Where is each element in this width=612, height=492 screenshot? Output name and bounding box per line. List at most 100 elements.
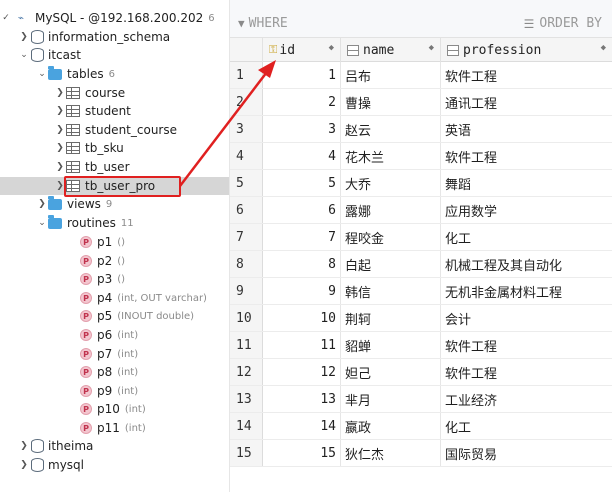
tree-db-mysql[interactable]: ❯ mysql [0,456,229,474]
tree-table-item[interactable]: ❯ student_course [0,121,229,139]
tree-folder-tables[interactable]: ⌄ tables 6 [0,65,229,83]
tree-routine-item[interactable]: P p3 () [0,270,229,288]
chevron-right-icon[interactable]: ❯ [54,139,66,157]
chevron-down-icon[interactable]: ⌄ [36,214,48,232]
tree-routine-item[interactable]: P p2 () [0,252,229,270]
order-by-filter[interactable]: ☰ ORDER BY [524,16,602,31]
cell-profession[interactable]: 舞蹈 [441,170,612,196]
tree-db-itcast[interactable]: ⌄ itcast [0,46,229,64]
cell-name[interactable]: 程咬金 [341,224,441,250]
tree-table-item[interactable]: ❯ student [0,102,229,120]
cell-name[interactable]: 嬴政 [341,413,441,439]
cell-id[interactable]: 13 [263,386,341,412]
table-row[interactable]: 11 11 貂蝉 软件工程 [230,332,612,359]
table-row[interactable]: 6 6 露娜 应用数学 [230,197,612,224]
chevron-right-icon[interactable]: ❯ [54,84,66,102]
cell-name[interactable]: 荆轲 [341,305,441,331]
cell-profession[interactable]: 应用数学 [441,197,612,223]
column-header-profession[interactable]: profession ◆ [441,38,612,62]
table-row[interactable]: 12 12 妲己 软件工程 [230,359,612,386]
cell-name[interactable]: 貂蝉 [341,332,441,358]
tree-db-information-schema[interactable]: ❯ information_schema [0,28,229,46]
cell-profession[interactable]: 软件工程 [441,332,612,358]
chevron-right-icon[interactable]: ❯ [36,195,48,213]
table-row[interactable]: 13 13 芈月 工业经济 [230,386,612,413]
tree-table-item[interactable]: ❯ tb_user [0,158,229,176]
cell-id[interactable]: 1 [263,62,341,88]
table-row[interactable]: 10 10 荆轲 会计 [230,305,612,332]
cell-name[interactable]: 露娜 [341,197,441,223]
cell-id[interactable]: 2 [263,89,341,115]
cell-id[interactable]: 5 [263,170,341,196]
column-header-name[interactable]: name ◆ [341,38,441,62]
chevron-right-icon[interactable]: ❯ [18,456,30,474]
cell-profession[interactable]: 通讯工程 [441,89,612,115]
table-row[interactable]: 8 8 白起 机械工程及其自动化 [230,251,612,278]
tree-connection[interactable]: ✓ ⌁ MySQL - @192.168.200.202 6 [0,9,229,27]
cell-profession[interactable]: 英语 [441,116,612,142]
table-row[interactable]: 2 2 曹操 通讯工程 [230,89,612,116]
cell-id[interactable]: 10 [263,305,341,331]
cell-id[interactable]: 9 [263,278,341,304]
tree-routine-item[interactable]: P p1 () [0,233,229,251]
tree-table-item[interactable]: ❯ course [0,84,229,102]
tree-routine-item[interactable]: P p4 (int, OUT varchar) [0,289,229,307]
cell-name[interactable]: 白起 [341,251,441,277]
cell-profession[interactable]: 会计 [441,305,612,331]
column-header-id[interactable]: ⚿ id ◆ [263,38,341,62]
cell-name[interactable]: 韩信 [341,278,441,304]
cell-name[interactable]: 花木兰 [341,143,441,169]
cell-profession[interactable]: 工业经济 [441,386,612,412]
cell-id[interactable]: 8 [263,251,341,277]
cell-profession[interactable]: 软件工程 [441,62,612,88]
tree-routine-item[interactable]: P p9 (int) [0,382,229,400]
sort-toggle-icon[interactable]: ◆ [429,43,434,53]
cell-name[interactable]: 吕布 [341,62,441,88]
cell-id[interactable]: 7 [263,224,341,250]
table-row[interactable]: 9 9 韩信 无机非金属材料工程 [230,278,612,305]
tree-routine-item[interactable]: P p7 (int) [0,345,229,363]
cell-id[interactable]: 4 [263,143,341,169]
table-row[interactable]: 3 3 赵云 英语 [230,116,612,143]
cell-name[interactable]: 芈月 [341,386,441,412]
sort-toggle-icon[interactable]: ◆ [601,43,606,53]
cell-id[interactable]: 12 [263,359,341,385]
cell-id[interactable]: 3 [263,116,341,142]
cell-id[interactable]: 6 [263,197,341,223]
table-row[interactable]: 14 14 嬴政 化工 [230,413,612,440]
table-row[interactable]: 4 4 花木兰 软件工程 [230,143,612,170]
tree-routine-item[interactable]: P p11 (int) [0,419,229,437]
chevron-right-icon[interactable]: ❯ [54,102,66,120]
table-row[interactable]: 15 15 狄仁杰 国际贸易 [230,440,612,467]
tree-routine-item[interactable]: P p10 (int) [0,400,229,418]
where-filter[interactable]: ▼ WHERE [238,16,288,31]
chevron-right-icon[interactable]: ❯ [18,28,30,46]
cell-profession[interactable]: 无机非金属材料工程 [441,278,612,304]
cell-name[interactable]: 妲己 [341,359,441,385]
chevron-down-icon[interactable]: ✓ [0,9,12,27]
tree-folder-routines[interactable]: ⌄ routines 11 [0,214,229,232]
cell-profession[interactable]: 软件工程 [441,143,612,169]
cell-profession[interactable]: 软件工程 [441,359,612,385]
cell-profession[interactable]: 化工 [441,224,612,250]
table-row[interactable]: 5 5 大乔 舞蹈 [230,170,612,197]
cell-profession[interactable]: 化工 [441,413,612,439]
chevron-down-icon[interactable]: ⌄ [36,65,48,83]
tree-db-itheima[interactable]: ❯ itheima [0,437,229,455]
cell-name[interactable]: 赵云 [341,116,441,142]
tree-routine-item[interactable]: P p5 (INOUT double) [0,307,229,325]
tree-folder-views[interactable]: ❯ views 9 [0,195,229,213]
cell-id[interactable]: 15 [263,440,341,466]
table-row[interactable]: 7 7 程咬金 化工 [230,224,612,251]
chevron-right-icon[interactable]: ❯ [54,158,66,176]
cell-id[interactable]: 11 [263,332,341,358]
tree-table-item[interactable]: ❯ tb_sku [0,139,229,157]
chevron-right-icon[interactable]: ❯ [54,121,66,139]
table-row[interactable]: 1 1 吕布 软件工程 [230,62,612,89]
chevron-down-icon[interactable]: ⌄ [18,46,30,64]
cell-id[interactable]: 14 [263,413,341,439]
cell-profession[interactable]: 机械工程及其自动化 [441,251,612,277]
tree-routine-item[interactable]: P p6 (int) [0,326,229,344]
sort-toggle-icon[interactable]: ◆ [329,43,334,53]
chevron-right-icon[interactable]: ❯ [18,437,30,455]
